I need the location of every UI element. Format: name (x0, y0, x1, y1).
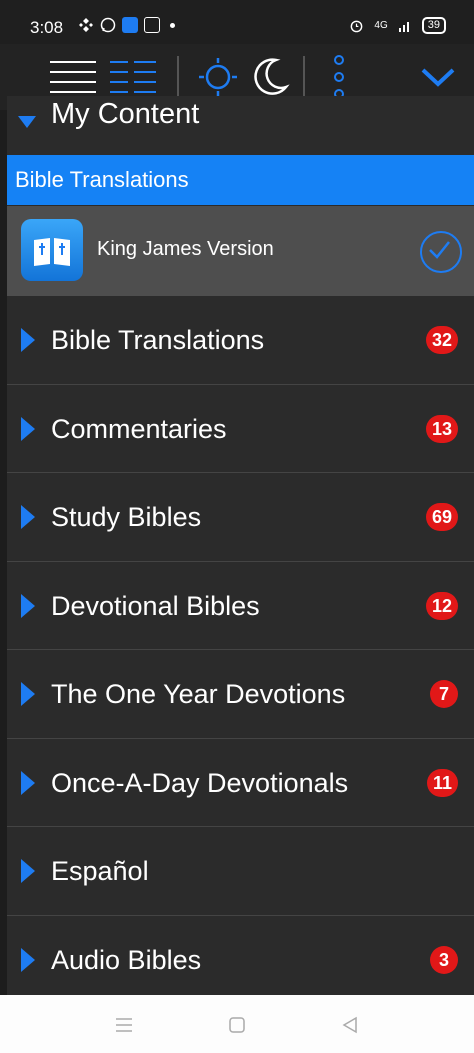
category-row-commentaries[interactable]: Commentaries 13 (7, 385, 474, 473)
category-row-study-bibles[interactable]: Study Bibles 69 (7, 473, 474, 562)
count-badge: 32 (425, 326, 458, 354)
list-dashed-icon (110, 61, 156, 93)
expand-arrow-icon (21, 770, 35, 795)
expand-arrow-icon (21, 416, 35, 441)
category-row-once-a-day-devotionals[interactable]: Once-A-Day Devotionals 11 (7, 739, 474, 827)
status-time: 3:08 (30, 18, 64, 37)
my-content-label: My Content (51, 98, 200, 130)
expand-arrow-icon (21, 682, 35, 706)
binance-icon (79, 18, 93, 32)
category-label: Devotional Bibles (51, 590, 260, 621)
back-button[interactable] (336, 1011, 364, 1039)
expand-arrow-icon (21, 947, 35, 972)
status-system-icons: 4G 39 (349, 17, 446, 34)
message-icon (144, 17, 160, 33)
count-badge: 69 (425, 503, 458, 531)
category-row-one-year-devotions[interactable]: The One Year Devotions 7 (7, 650, 474, 739)
home-button[interactable] (223, 1011, 251, 1039)
category-label: Once-A-Day Devotionals (51, 767, 349, 798)
expand-arrow-icon (21, 859, 35, 883)
bible-book-icon (21, 219, 83, 281)
section-header: Bible Translations (7, 155, 474, 205)
category-row-audio-bibles[interactable]: Audio Bibles 3 (7, 916, 474, 997)
category-label: Bible Translations (51, 325, 265, 355)
signal-icon (398, 21, 409, 32)
square-home-icon (229, 1017, 245, 1033)
expand-arrow-icon (21, 593, 35, 618)
menu-lines-icon (116, 1018, 132, 1032)
checkmark-icon[interactable] (420, 231, 462, 273)
status-bar: 3:08 4G 39 (0, 0, 474, 44)
count-badge: 11 (426, 768, 458, 797)
category-row-bible-translations[interactable]: Bible Translations 32 (7, 296, 474, 385)
my-content-header[interactable]: My Content (7, 96, 474, 152)
system-nav-bar (0, 995, 474, 1053)
translation-name: King James Version (97, 238, 274, 260)
expand-arrow-icon (21, 505, 35, 529)
category-label: The One Year Devotions (51, 679, 346, 709)
back-triangle-icon (342, 1016, 357, 1034)
sun-icon (199, 58, 237, 96)
list-lines-icon (50, 61, 96, 93)
toolbar-divider (177, 56, 179, 96)
category-label: Audio Bibles (51, 944, 202, 975)
network-label: 4G (374, 20, 388, 31)
expand-arrow-icon (18, 116, 36, 128)
category-row-espanol[interactable]: Español (7, 827, 474, 916)
selected-translation-row[interactable]: King James Version (7, 206, 474, 296)
dot-icon (170, 22, 175, 28)
alarm-icon (351, 20, 363, 33)
category-label: Commentaries (51, 413, 227, 444)
category-label: Study Bibles (51, 502, 202, 532)
moon-icon (254, 58, 290, 95)
status-notification-icons (78, 17, 175, 33)
toolbar-divider (303, 56, 305, 96)
battery-level: 39 (421, 17, 446, 34)
app-notification-icon (122, 17, 138, 33)
expand-arrow-icon (21, 328, 35, 352)
count-badge: 3 (430, 945, 458, 974)
section-header-label: Bible Translations (15, 167, 189, 192)
whatsapp-icon (100, 17, 116, 33)
recents-button[interactable] (110, 1011, 138, 1039)
chevron-down-icon (421, 68, 455, 87)
category-label: Español (51, 856, 149, 886)
count-badge: 12 (425, 591, 458, 620)
count-badge: 7 (430, 680, 458, 708)
category-list: Bible Translations 32 Commentaries 13 St… (7, 296, 474, 996)
category-row-devotional-bibles[interactable]: Devotional Bibles 12 (7, 562, 474, 650)
more-vertical-icon (334, 55, 344, 99)
count-badge: 13 (425, 414, 458, 443)
library-list[interactable]: My Content Bible Translations King James… (7, 96, 474, 996)
